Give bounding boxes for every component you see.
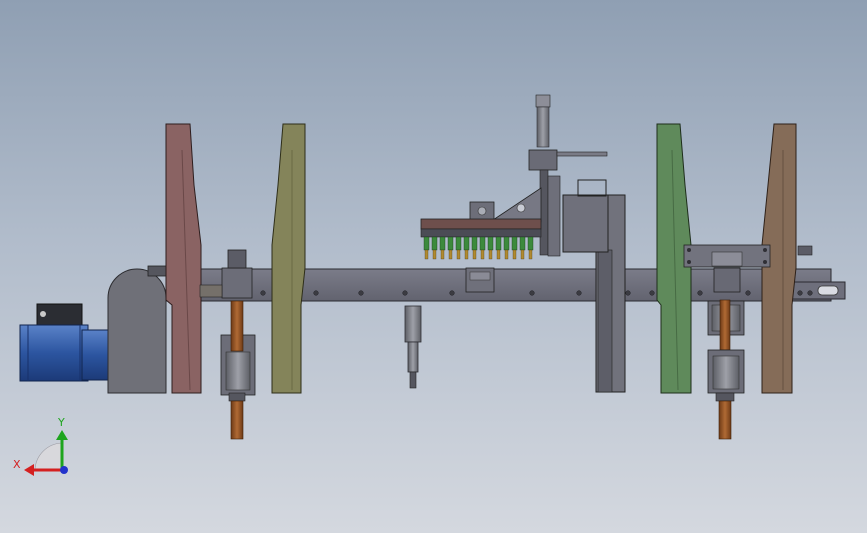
- z-axis-dot: [60, 466, 68, 474]
- vertical-cylinder: [404, 305, 422, 389]
- cad-viewport[interactable]: Y X: [0, 0, 867, 533]
- machine-drawing: Y X: [13, 94, 846, 476]
- y-axis-label: Y: [57, 416, 65, 429]
- center-nozzle-head: [420, 94, 626, 393]
- gear-housing: [107, 265, 169, 394]
- x-axis-label: X: [13, 458, 21, 471]
- drive-motor: [19, 303, 113, 382]
- main-beam: [165, 267, 846, 302]
- coordinate-triad: Y X: [13, 416, 68, 476]
